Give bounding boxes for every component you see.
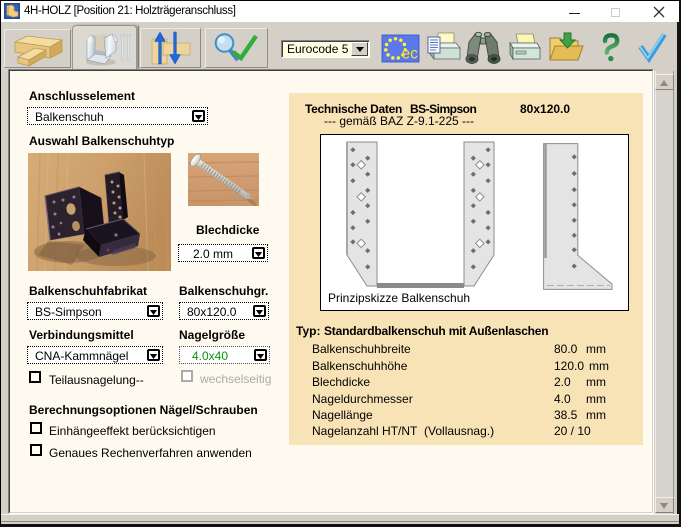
svg-text:ec: ec <box>402 46 419 63</box>
svg-text:Prinzipskizze Balkenschuh: Prinzipskizze Balkenschuh <box>328 291 470 305</box>
